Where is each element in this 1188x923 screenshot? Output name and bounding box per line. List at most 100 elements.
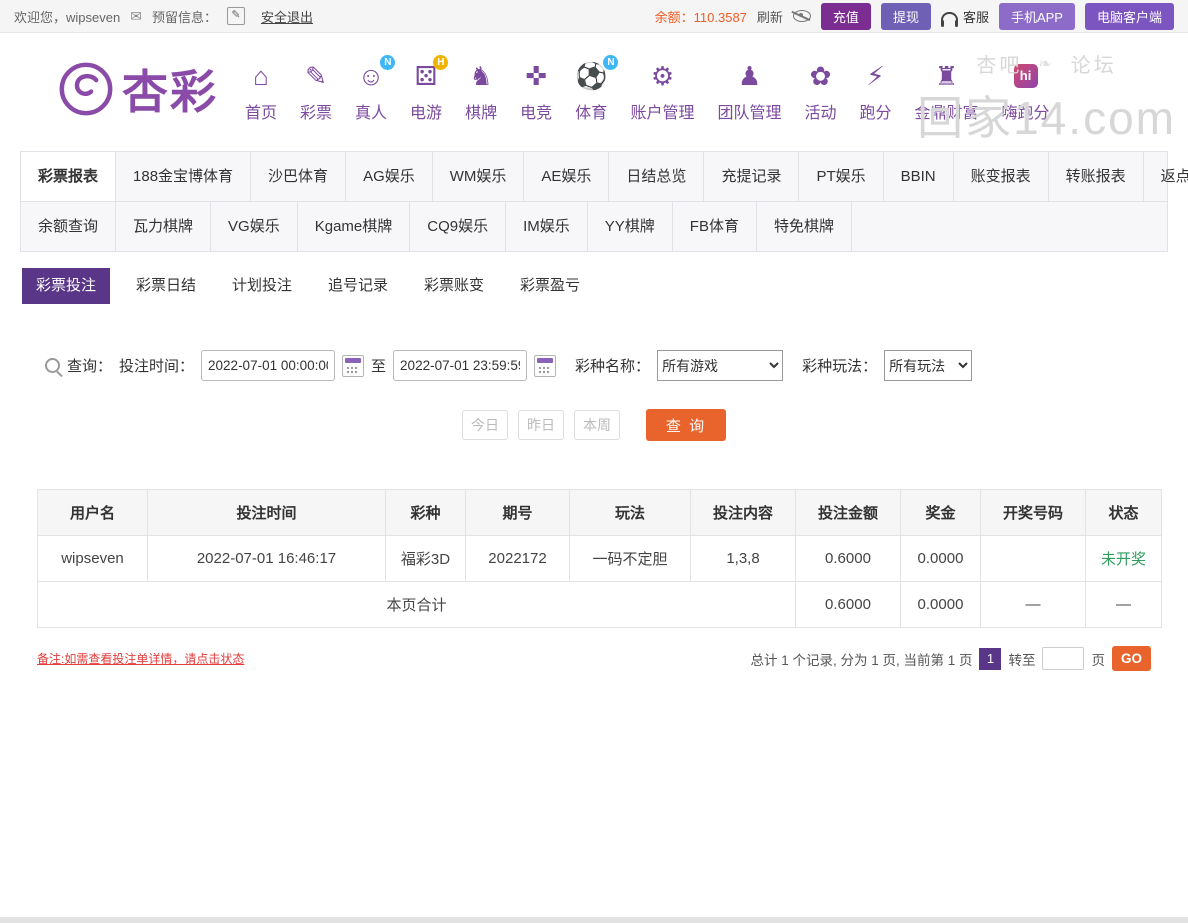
- report-tab[interactable]: 余额查询: [21, 202, 116, 251]
- report-tab[interactable]: 特免棋牌: [757, 202, 852, 251]
- quick-range-button[interactable]: 昨日: [518, 410, 564, 440]
- subtab[interactable]: 计划投注: [214, 268, 310, 304]
- report-tab[interactable]: FB体育: [673, 202, 757, 251]
- nav-item-label: 体育: [575, 99, 607, 123]
- subtab[interactable]: 彩票投注: [22, 268, 110, 304]
- home-icon: ⌂: [253, 63, 269, 89]
- quick-range-button[interactable]: 今日: [462, 410, 508, 440]
- nav-item[interactable]: ⌂ 首页: [242, 56, 280, 123]
- nav-item[interactable]: ⚡ 跑分: [857, 56, 895, 123]
- column-header: 用户名: [38, 490, 148, 536]
- cell-status[interactable]: 未开奖: [1086, 536, 1162, 582]
- bet-table: 用户名投注时间彩种期号玩法投注内容投注金额奖金开奖号码状态 wipseven 2…: [37, 489, 1162, 628]
- report-tab[interactable]: BBIN: [884, 152, 954, 201]
- game-select[interactable]: 所有游戏: [657, 350, 783, 381]
- message-icon[interactable]: ✉: [130, 8, 142, 25]
- report-tab[interactable]: 彩票报表: [21, 152, 116, 201]
- report-tab[interactable]: PT娱乐: [799, 152, 883, 201]
- subtab[interactable]: 彩票账变: [406, 268, 502, 304]
- goto-page-input[interactable]: [1042, 647, 1084, 670]
- nav-item-label: 活动: [805, 99, 837, 123]
- nav-item[interactable]: ⚄ H 电游: [407, 56, 445, 123]
- report-tab[interactable]: YY棋牌: [588, 202, 673, 251]
- calendar-icon[interactable]: [534, 355, 556, 377]
- logo-icon: [58, 61, 114, 117]
- nav-icon-wrap: ♞: [469, 60, 492, 92]
- nav-item[interactable]: ✿ 活动: [802, 56, 840, 123]
- report-tab[interactable]: 转账报表: [1049, 152, 1144, 201]
- logo-text: 杏彩: [122, 56, 218, 122]
- nav-icon-wrap: ⚄ H: [415, 60, 438, 92]
- nav-item-label: 嗨跑分: [1002, 99, 1050, 123]
- report-tab[interactable]: AE娱乐: [524, 152, 609, 201]
- nav-item[interactable]: ✜ 电竞: [517, 56, 555, 123]
- cell-issue: 2022172: [466, 536, 570, 582]
- service-label: 客服: [963, 7, 989, 26]
- end-time-input[interactable]: [393, 350, 527, 381]
- report-tab[interactable]: 返点总额: [1144, 152, 1188, 201]
- report-tab[interactable]: 瓦力棋牌: [116, 202, 211, 251]
- nav-badge: H: [433, 55, 448, 70]
- nav-item-label: 电竞: [520, 99, 552, 123]
- total-draw-dash: —: [981, 582, 1086, 628]
- report-tab[interactable]: WM娱乐: [433, 152, 525, 201]
- activity-icon: ✿: [810, 63, 832, 89]
- nav-icon-wrap: ⌂: [253, 60, 269, 92]
- subtab[interactable]: 彩票日结: [118, 268, 214, 304]
- nav-item[interactable]: ⚙ 账户管理: [627, 56, 697, 123]
- current-page-button[interactable]: 1: [979, 648, 1001, 670]
- nav-item-label: 首页: [245, 99, 277, 123]
- nav-item-label: 账户管理: [630, 99, 694, 123]
- nav-item[interactable]: ☺ N 真人: [352, 56, 390, 123]
- start-time-input[interactable]: [201, 350, 335, 381]
- paofen-icon: ⚡: [866, 63, 884, 89]
- report-tab[interactable]: 充提记录: [704, 152, 799, 201]
- goto-label: 转至: [1008, 649, 1035, 669]
- nav-item-label: 跑分: [860, 99, 892, 123]
- deposit-button[interactable]: 充值: [821, 3, 871, 30]
- nav-item[interactable]: ♟ 团队管理: [714, 56, 784, 123]
- hide-balance-icon[interactable]: [793, 10, 811, 22]
- play-select[interactable]: 所有玩法: [884, 350, 972, 381]
- nav-item[interactable]: ♜ 金鼎财富: [912, 56, 982, 123]
- lottery-icon: ✎: [305, 63, 327, 89]
- report-tab[interactable]: VG娱乐: [211, 202, 298, 251]
- nav-item[interactable]: ⚽ N 体育: [572, 56, 610, 123]
- report-tab[interactable]: Kgame棋牌: [298, 202, 411, 251]
- report-tab[interactable]: CQ9娱乐: [410, 202, 506, 251]
- report-tab[interactable]: 日结总览: [609, 152, 704, 201]
- report-tab[interactable]: IM娱乐: [506, 202, 588, 251]
- esports-icon: ✜: [525, 63, 547, 89]
- report-tab[interactable]: 沙巴体育: [251, 152, 346, 201]
- subtab[interactable]: 追号记录: [310, 268, 406, 304]
- total-row: 本页合计 0.6000 0.0000 — —: [38, 582, 1162, 628]
- logout-link[interactable]: 安全退出: [261, 7, 313, 26]
- total-amount: 0.6000: [796, 582, 901, 628]
- query-label: 查询：: [67, 355, 112, 376]
- nav-item[interactable]: hi 嗨跑分: [999, 56, 1053, 123]
- refresh-link[interactable]: 刷新: [757, 7, 783, 26]
- subtab[interactable]: 彩票盈亏: [502, 268, 598, 304]
- quick-range-button[interactable]: 本周: [574, 410, 620, 440]
- nav-item[interactable]: ♞ 棋牌: [462, 56, 500, 123]
- calendar-icon[interactable]: [342, 355, 364, 377]
- column-header: 开奖号码: [981, 490, 1086, 536]
- report-tabs: 彩票报表188金宝博体育沙巴体育AG娱乐WM娱乐AE娱乐日结总览充提记录PT娱乐…: [20, 151, 1168, 252]
- quick-range-group: 今日昨日本周: [462, 410, 620, 440]
- query-button[interactable]: 查 询: [646, 409, 726, 441]
- go-button[interactable]: GO: [1112, 646, 1151, 671]
- report-tab[interactable]: 188金宝博体育: [116, 152, 251, 201]
- mobile-app-button[interactable]: 手机APP: [999, 3, 1075, 30]
- column-header: 投注时间: [148, 490, 386, 536]
- nav-icon-wrap: ☺ N: [358, 60, 385, 92]
- report-tab[interactable]: 账变报表: [954, 152, 1049, 201]
- report-tab[interactable]: AG娱乐: [346, 152, 433, 201]
- team-manage-icon: ♟: [738, 63, 761, 89]
- cell-play: 一码不定胆: [570, 536, 691, 582]
- customer-service-link[interactable]: 客服: [941, 7, 989, 26]
- pc-client-button[interactable]: 电脑客户端: [1085, 3, 1174, 30]
- withdraw-button[interactable]: 提现: [881, 3, 931, 30]
- logo[interactable]: 杏彩: [58, 56, 218, 122]
- nav-item[interactable]: ✎ 彩票: [297, 56, 335, 123]
- edit-icon[interactable]: ✎: [227, 7, 245, 25]
